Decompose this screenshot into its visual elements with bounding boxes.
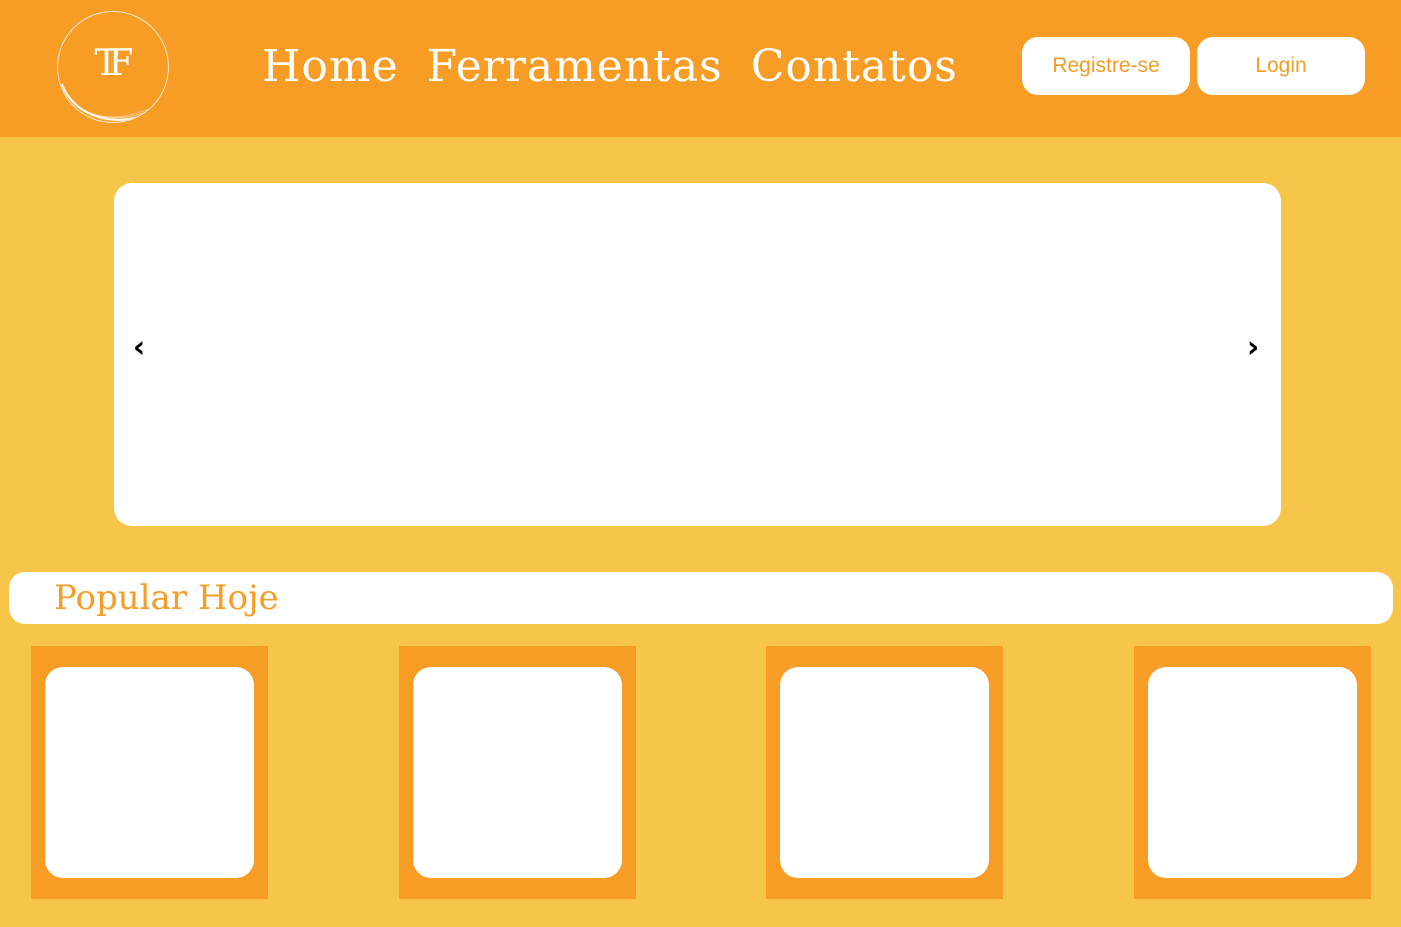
popular-card[interactable] <box>766 646 1003 899</box>
popular-card-content <box>45 667 254 878</box>
popular-card[interactable] <box>399 646 636 899</box>
nav-contatos-link[interactable]: Contatos <box>751 36 958 98</box>
popular-card[interactable] <box>31 646 268 899</box>
popular-card[interactable] <box>1134 646 1371 899</box>
section-title: Popular Hoje <box>54 578 279 618</box>
chevron-right-icon[interactable]: › <box>1238 333 1268 363</box>
popular-card-content <box>780 667 989 878</box>
register-button[interactable]: Registre-se <box>1022 37 1190 95</box>
nav-home-link[interactable]: Home <box>262 36 399 98</box>
popular-card-content <box>1148 667 1357 878</box>
logo[interactable]: TF <box>57 11 169 123</box>
logo-text: TF <box>94 43 134 84</box>
header: TF Home Ferramentas Contatos Registre-se… <box>0 0 1401 137</box>
login-button[interactable]: Login <box>1197 37 1365 95</box>
main-nav: Home Ferramentas Contatos <box>262 36 958 98</box>
popular-card-content <box>413 667 622 878</box>
hero-carousel: ‹ › <box>114 183 1281 526</box>
nav-ferramentas-link[interactable]: Ferramentas <box>427 36 723 98</box>
chevron-left-icon[interactable]: ‹ <box>124 333 154 363</box>
popular-section-header: Popular Hoje <box>9 572 1393 624</box>
